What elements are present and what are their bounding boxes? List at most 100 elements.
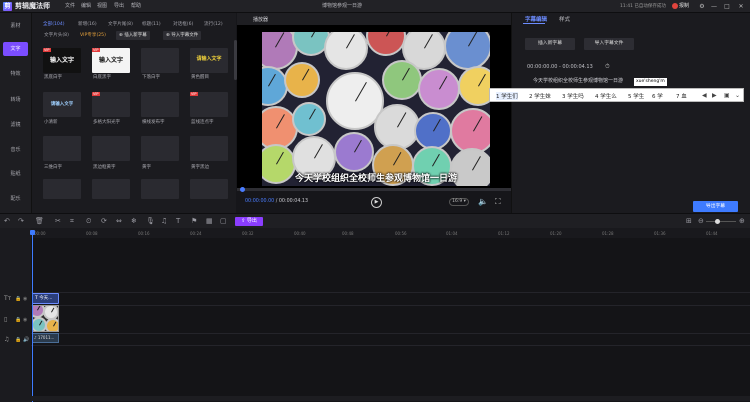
tile-3d-white[interactable] xyxy=(43,136,81,161)
ime-candidate[interactable]: 7 血 xyxy=(676,92,687,100)
tab-vip[interactable]: VIP专享(25) xyxy=(80,32,106,38)
settings-icon[interactable]: ⚙ xyxy=(697,2,707,11)
lock-icon[interactable]: 🔒 xyxy=(15,317,21,323)
marker-icon[interactable]: ⚑ xyxy=(191,217,197,225)
ime-candidate[interactable]: 3 学生吗 xyxy=(562,92,584,100)
ime-next-icon[interactable]: ▶ xyxy=(712,92,717,99)
tab-title[interactable]: 标题(11) xyxy=(142,21,161,27)
tab-popular[interactable]: 流行(12) xyxy=(204,21,223,27)
timeline-scrollbar[interactable] xyxy=(31,396,750,401)
text-icon[interactable]: T xyxy=(176,217,180,225)
ime-candidate[interactable]: 2 学生妹 xyxy=(529,92,551,100)
tile-horizontal-line[interactable] xyxy=(141,92,179,117)
tile-black-border-yellow[interactable] xyxy=(92,136,130,161)
menu-edit[interactable]: 编辑 xyxy=(81,3,91,10)
tile-more[interactable] xyxy=(92,179,130,199)
split-icon[interactable]: ✂ xyxy=(55,217,61,225)
nav-filters[interactable]: 滤镜 xyxy=(0,118,31,132)
insert-subtitle-button[interactable]: ⊕ 插入新字幕 xyxy=(116,31,150,40)
video-preview[interactable]: 今天学校组织全校师生参观博物馆一日游 xyxy=(262,32,490,186)
playhead-handle[interactable] xyxy=(30,230,35,235)
mute-icon[interactable]: 🔊 xyxy=(23,337,29,343)
tile-white-black[interactable]: VIP 输入文字 xyxy=(92,48,130,73)
tab-new[interactable]: 新增(16) xyxy=(78,21,97,27)
undo-icon[interactable]: ↶ xyxy=(4,217,10,225)
subtitle-text-field[interactable]: 今天学校组织全校师生参观博物馆一日游 xyxy=(533,77,623,84)
tab-text-end[interactable]: 文字片尾(8) xyxy=(108,21,133,27)
tile-black-white[interactable]: VIP 输入文字 xyxy=(43,48,81,73)
mosaic-icon[interactable]: ▦ xyxy=(206,217,213,225)
tile-yellow-black-border[interactable] xyxy=(190,136,228,161)
nav-effects[interactable]: 特效 xyxy=(0,67,31,81)
zoom-slider-handle[interactable] xyxy=(715,219,720,224)
close-icon[interactable]: ✕ xyxy=(736,2,746,11)
tab-dialog[interactable]: 对话框(6) xyxy=(173,21,193,27)
tile-falling-white[interactable] xyxy=(141,48,179,73)
crop-icon[interactable]: ⌗ xyxy=(70,217,74,226)
nav-stickers[interactable]: 贴纸 xyxy=(0,167,31,181)
nav-music[interactable]: 音乐 xyxy=(0,143,31,157)
nav-text[interactable]: 文字 xyxy=(3,42,28,56)
redo-icon[interactable]: ↷ xyxy=(18,217,24,225)
text-clip[interactable]: T 今天... xyxy=(32,293,59,304)
freeze-icon[interactable]: ❄ xyxy=(131,217,137,225)
tile-multi-sun[interactable]: VIP xyxy=(92,92,130,117)
mic-icon[interactable]: 🎙 xyxy=(146,217,155,225)
rotate-icon[interactable]: ⟳ xyxy=(101,217,107,225)
eye-icon[interactable]: ◉ xyxy=(23,296,27,302)
menu-view[interactable]: 视图 xyxy=(97,3,107,10)
menu-help[interactable]: 帮助 xyxy=(131,3,141,10)
nav-transitions[interactable]: 转场 xyxy=(0,93,31,107)
zoom-slider[interactable] xyxy=(706,221,736,222)
picture-icon[interactable]: ▢ xyxy=(220,217,227,225)
tab-subtitle-edit[interactable]: 字幕编辑 xyxy=(525,15,547,23)
import-subtitle-file-button[interactable]: 导入字幕文件 xyxy=(584,38,634,50)
audio-clip[interactable]: ♪ 17011... xyxy=(32,333,59,343)
tile-yellow[interactable] xyxy=(141,136,179,161)
aspect-ratio-select[interactable]: 16:9 ▾ xyxy=(449,198,469,206)
export-subtitle-button[interactable]: 导出字幕 xyxy=(693,201,738,212)
fullscreen-icon[interactable]: ⛶ xyxy=(495,197,501,207)
eye-icon[interactable]: ◉ xyxy=(23,317,27,323)
insert-subtitle-button[interactable]: 插入新字幕 xyxy=(525,38,575,50)
delete-icon[interactable]: 🗑 xyxy=(35,217,44,225)
tile-blue-dot[interactable]: VIP xyxy=(190,92,228,117)
zoom-in-icon[interactable]: ⊕ xyxy=(739,217,745,225)
upgrade-button[interactable]: 报制 xyxy=(672,2,692,11)
minimize-icon[interactable]: — xyxy=(709,2,719,11)
ime-candidate[interactable]: 5 学生 xyxy=(628,92,644,100)
ime-expand-icon[interactable]: ⌄ xyxy=(735,92,740,99)
nav-material[interactable]: 素材 xyxy=(0,19,31,33)
tile-more[interactable] xyxy=(141,179,179,199)
tile-yellow-bold[interactable]: 请输入文字 xyxy=(190,48,228,73)
nav-bgm[interactable]: 配乐 xyxy=(0,192,31,206)
volume-icon[interactable]: 🔈 xyxy=(478,197,488,206)
tile-fresh[interactable]: 请输入文字 xyxy=(43,92,81,117)
tab-style[interactable]: 样式 xyxy=(559,15,570,23)
progress-handle[interactable] xyxy=(240,187,245,192)
import-subtitle-button[interactable]: ⊕ 导入字幕文件 xyxy=(163,31,202,40)
speed-icon[interactable]: ⏲ xyxy=(86,217,91,226)
ime-candidate[interactable]: 1 学生们 xyxy=(496,92,518,100)
menu-export[interactable]: 导出 xyxy=(114,3,124,10)
menu-file[interactable]: 文件 xyxy=(65,3,75,10)
audio-icon[interactable]: ♫ xyxy=(161,217,167,225)
lock-icon[interactable]: 🔒 xyxy=(15,337,21,343)
fit-icon[interactable]: ⊞ xyxy=(686,217,692,225)
play-button[interactable]: ▶ xyxy=(371,197,382,208)
video-clip[interactable] xyxy=(32,305,59,332)
tile-more[interactable] xyxy=(190,179,228,199)
mirror-icon[interactable]: ⇔ xyxy=(116,217,122,225)
ime-candidate[interactable]: 4 学生么 xyxy=(595,92,617,100)
tab-text-intro[interactable]: 文字片头(8) xyxy=(44,32,69,38)
maximize-icon[interactable]: □ xyxy=(722,2,732,11)
clock-icon[interactable]: ⏱ xyxy=(605,63,610,71)
lock-icon[interactable]: 🔒 xyxy=(15,296,21,302)
ime-settings-icon[interactable]: ▣ xyxy=(724,92,730,99)
tab-all[interactable]: 全部(104) xyxy=(43,21,65,27)
playback-progress[interactable] xyxy=(237,188,511,191)
export-button[interactable]: ⇪ 导出 xyxy=(235,217,263,226)
playhead[interactable] xyxy=(32,230,33,402)
zoom-out-icon[interactable]: ⊖ xyxy=(698,217,704,225)
ime-prev-icon[interactable]: ◀ xyxy=(702,92,707,99)
